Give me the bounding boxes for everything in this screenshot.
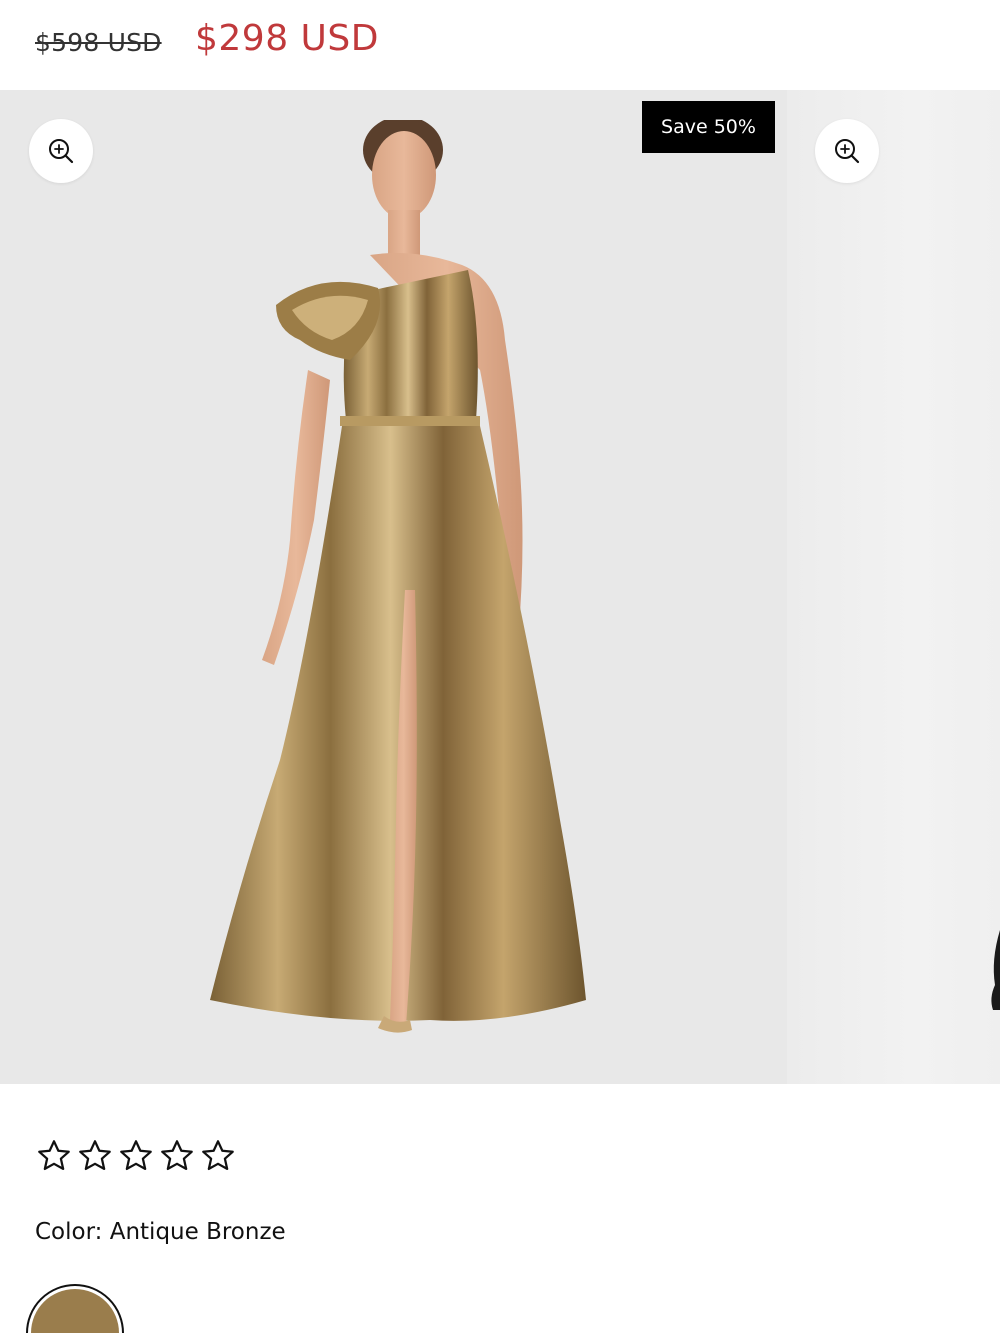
star-rating[interactable] [36,1138,236,1174]
zoom-button[interactable] [815,119,879,183]
product-image-slide[interactable]: Save 50% [0,90,787,1084]
color-label-prefix: Color: [35,1219,103,1245]
star-empty-icon[interactable] [118,1138,154,1174]
discount-badge: Save 50% [642,101,775,153]
star-empty-icon[interactable] [200,1138,236,1174]
star-empty-icon[interactable] [77,1138,113,1174]
next-product-image [991,930,1000,1010]
zoom-in-icon [835,139,860,164]
selected-color-name: Antique Bronze [109,1219,286,1245]
product-image-gallery[interactable]: Save 50% [0,90,1000,1084]
next-product-image-slide[interactable] [787,90,1000,1084]
color-swatch-fill [31,1289,119,1333]
star-empty-icon[interactable] [159,1138,195,1174]
zoom-in-icon [49,139,74,164]
price-bar: $598 USD $298 USD [0,0,1000,90]
sale-price: $298 USD [195,18,379,59]
color-swatch-antique-bronze[interactable] [26,1284,124,1333]
selected-color-label: Color: Antique Bronze [35,1219,286,1245]
original-price: $598 USD [35,28,162,57]
zoom-button[interactable] [29,119,93,183]
star-empty-icon[interactable] [36,1138,72,1174]
product-image[interactable] [200,120,600,1070]
